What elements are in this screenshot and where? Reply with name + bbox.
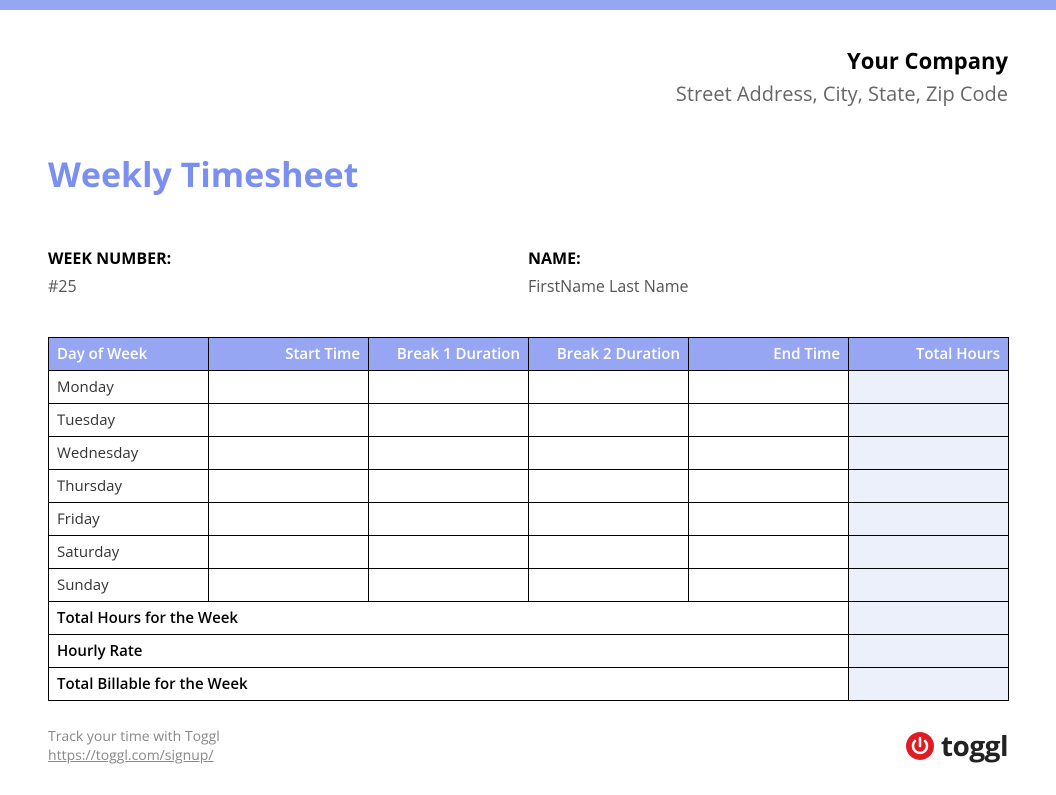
header-break2: Break 2 Duration [529, 338, 689, 371]
day-cell: Sunday [49, 569, 209, 602]
end-cell[interactable] [689, 503, 849, 536]
summary-row: Hourly Rate [49, 635, 1009, 668]
break2-cell[interactable] [529, 371, 689, 404]
day-cell: Saturday [49, 536, 209, 569]
start-cell[interactable] [209, 569, 369, 602]
end-cell[interactable] [689, 371, 849, 404]
total-cell [849, 371, 1009, 404]
break1-cell[interactable] [369, 404, 529, 437]
break1-cell[interactable] [369, 536, 529, 569]
start-cell[interactable] [209, 371, 369, 404]
table-row: Sunday [49, 569, 1009, 602]
break1-cell[interactable] [369, 503, 529, 536]
end-cell[interactable] [689, 569, 849, 602]
break1-cell[interactable] [369, 437, 529, 470]
summary-label: Total Hours for the Week [49, 602, 849, 635]
top-accent-bar [0, 0, 1056, 10]
start-cell[interactable] [209, 536, 369, 569]
table-row: Saturday [49, 536, 1009, 569]
header-break1: Break 1 Duration [369, 338, 529, 371]
break2-cell[interactable] [529, 404, 689, 437]
signup-link[interactable]: https://toggl.com/signup/ [48, 746, 213, 765]
total-cell [849, 536, 1009, 569]
brand-logo: toggl [905, 727, 1008, 765]
company-address: Street Address, City, State, Zip Code [48, 80, 1008, 107]
page-title: Weekly Timesheet [48, 151, 1008, 197]
start-cell[interactable] [209, 404, 369, 437]
table-row: Thursday [49, 470, 1009, 503]
total-cell [849, 437, 1009, 470]
break2-cell[interactable] [529, 536, 689, 569]
week-number-label: WEEK NUMBER: [48, 247, 528, 269]
table-header-row: Day of Week Start Time Break 1 Duration … [49, 338, 1009, 371]
brand-text: toggl [941, 727, 1008, 765]
break2-cell[interactable] [529, 437, 689, 470]
break1-cell[interactable] [369, 569, 529, 602]
info-row: WEEK NUMBER: #25 NAME: FirstName Last Na… [48, 247, 1008, 297]
end-cell[interactable] [689, 404, 849, 437]
break2-cell[interactable] [529, 503, 689, 536]
day-cell: Friday [49, 503, 209, 536]
table-row: Tuesday [49, 404, 1009, 437]
power-icon [905, 731, 935, 761]
day-cell: Thursday [49, 470, 209, 503]
header-start: Start Time [209, 338, 369, 371]
timesheet-table: Day of Week Start Time Break 1 Duration … [48, 337, 1009, 701]
company-block: Your Company Street Address, City, State… [48, 46, 1008, 107]
day-cell: Wednesday [49, 437, 209, 470]
break2-cell[interactable] [529, 470, 689, 503]
summary-value [849, 602, 1009, 635]
day-cell: Tuesday [49, 404, 209, 437]
table-row: Wednesday [49, 437, 1009, 470]
header-day: Day of Week [49, 338, 209, 371]
name-value: FirstName Last Name [528, 275, 1008, 297]
footer: Track your time with Toggl https://toggl… [48, 727, 1008, 765]
start-cell[interactable] [209, 437, 369, 470]
start-cell[interactable] [209, 503, 369, 536]
total-cell [849, 569, 1009, 602]
total-cell [849, 404, 1009, 437]
break2-cell[interactable] [529, 569, 689, 602]
break1-cell[interactable] [369, 371, 529, 404]
header-total: Total Hours [849, 338, 1009, 371]
footer-track-text: Track your time with Toggl [48, 727, 220, 746]
summary-row: Total Hours for the Week [49, 602, 1009, 635]
end-cell[interactable] [689, 437, 849, 470]
table-row: Monday [49, 371, 1009, 404]
summary-label: Hourly Rate [49, 635, 849, 668]
week-number-value: #25 [48, 275, 528, 297]
end-cell[interactable] [689, 470, 849, 503]
break1-cell[interactable] [369, 470, 529, 503]
summary-value [849, 635, 1009, 668]
start-cell[interactable] [209, 470, 369, 503]
summary-label: Total Billable for the Week [49, 668, 849, 701]
summary-value [849, 668, 1009, 701]
day-cell: Monday [49, 371, 209, 404]
total-cell [849, 503, 1009, 536]
table-row: Friday [49, 503, 1009, 536]
end-cell[interactable] [689, 536, 849, 569]
company-name: Your Company [48, 46, 1008, 76]
summary-row: Total Billable for the Week [49, 668, 1009, 701]
total-cell [849, 470, 1009, 503]
header-end: End Time [689, 338, 849, 371]
name-label: NAME: [528, 247, 1008, 269]
